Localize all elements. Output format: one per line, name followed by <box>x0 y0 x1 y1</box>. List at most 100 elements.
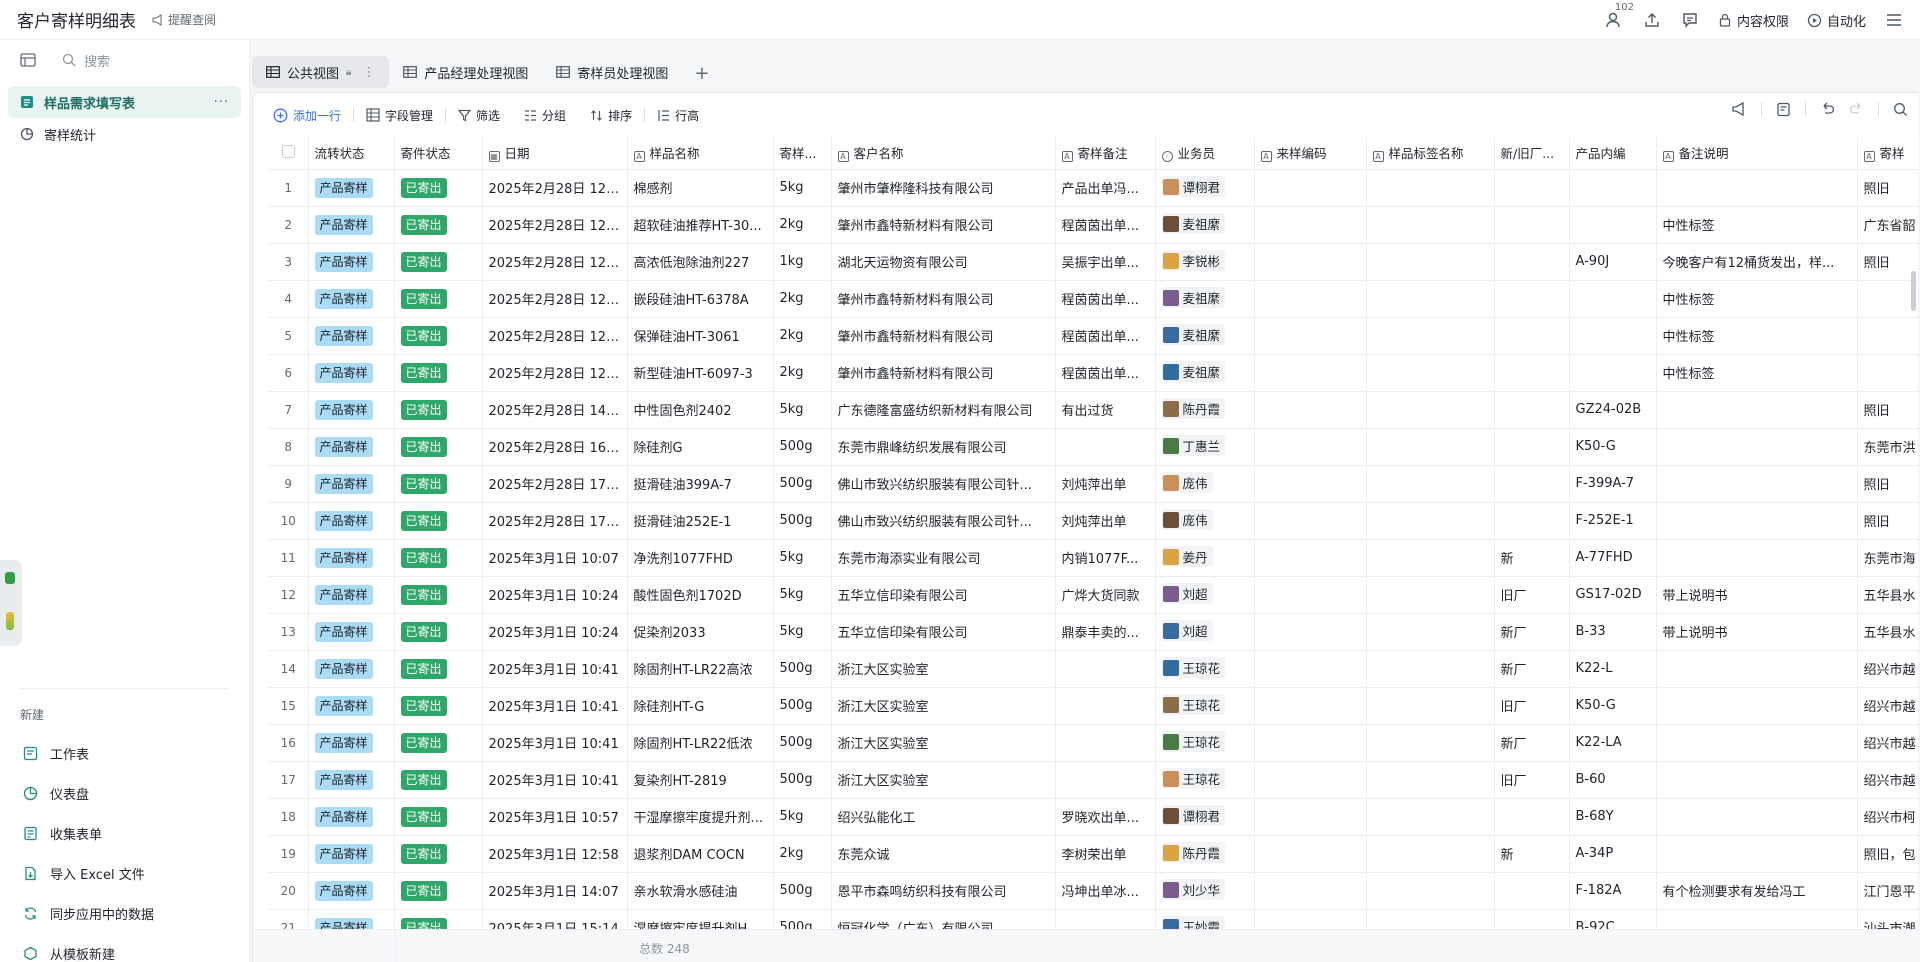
ship-status-cell[interactable]: 已寄出 <box>394 169 483 207</box>
customer-cell[interactable]: 恒冠化学（广东）有限公司 <box>831 909 1056 930</box>
label-name-cell[interactable] <box>1366 243 1495 281</box>
table-row[interactable]: 21 产品寄样 已寄出 2025年3月1日 15:14 湿摩擦牢度提升剂H... 500g… <box>269 909 1919 930</box>
label-name-cell[interactable] <box>1366 428 1495 466</box>
product-code-cell[interactable]: F-182A <box>1569 872 1657 910</box>
sample-code-cell[interactable] <box>1254 465 1367 503</box>
comment-button[interactable] <box>1680 10 1700 30</box>
user-chip[interactable]: 麦祖縻 <box>1161 324 1226 346</box>
sample-name-cell[interactable]: 挺滑硅油252E-1 <box>627 502 774 540</box>
remark-cell[interactable]: 程茵茵出单... <box>1055 354 1156 392</box>
label-name-cell[interactable] <box>1366 539 1495 577</box>
more-vertical-icon[interactable]: ⋮ <box>362 65 375 80</box>
send-address-cell[interactable]: 照旧 <box>1857 391 1919 429</box>
factory-cell[interactable] <box>1494 872 1570 910</box>
date-cell[interactable]: 2025年3月1日 10:24 <box>482 576 628 614</box>
factory-cell[interactable] <box>1494 428 1570 466</box>
send-address-cell[interactable]: 五华县水 <box>1857 613 1919 651</box>
add-view-button[interactable]: + <box>682 63 721 84</box>
date-cell[interactable]: 2025年2月28日 12:... <box>482 280 628 318</box>
sample-name-cell[interactable]: 新型硅油HT-6097-3 <box>627 354 774 392</box>
column-header[interactable]: 寄样... <box>773 137 832 170</box>
ship-status-cell[interactable]: 已寄出 <box>394 835 483 873</box>
label-name-cell[interactable] <box>1366 613 1495 651</box>
flow-status-cell[interactable]: 产品寄样 <box>308 354 395 392</box>
send-address-cell[interactable]: 五华县水 <box>1857 576 1919 614</box>
field-manage-button[interactable]: 字段管理 <box>354 101 445 129</box>
note-cell[interactable] <box>1656 465 1858 503</box>
table-row[interactable]: 16 产品寄样 已寄出 2025年3月1日 10:41 除固剂HT-LR22低浓 500g… <box>269 724 1919 762</box>
quantity-cell[interactable]: 500g <box>773 724 832 762</box>
product-code-cell[interactable]: GS17-02D <box>1569 576 1657 614</box>
table-row[interactable]: 4 产品寄样 已寄出 2025年2月28日 12:... 嵌段硅油HT-6378A 2kg… <box>269 280 1919 318</box>
product-code-cell[interactable]: F-399A-7 <box>1569 465 1657 503</box>
factory-cell[interactable] <box>1494 502 1570 540</box>
more-icon[interactable]: ··· <box>214 95 229 110</box>
salesperson-cell[interactable]: 刘超 <box>1155 576 1255 614</box>
customer-cell[interactable]: 广东德隆富盛纺织新材料有限公司 <box>831 391 1056 429</box>
send-address-cell[interactable]: 东莞市海 <box>1857 539 1919 577</box>
sample-name-cell[interactable]: 复染剂HT-2819 <box>627 761 774 799</box>
salesperson-cell[interactable]: 庞伟 <box>1155 465 1255 503</box>
customer-cell[interactable]: 五华立信印染有限公司 <box>831 613 1056 651</box>
remark-cell[interactable]: 罗晓欢出单... <box>1055 798 1156 836</box>
search-icon[interactable] <box>1893 102 1908 117</box>
flow-status-cell[interactable]: 产品寄样 <box>308 206 395 244</box>
send-address-cell[interactable] <box>1857 280 1919 318</box>
ship-status-cell[interactable]: 已寄出 <box>394 613 483 651</box>
factory-cell[interactable] <box>1494 465 1570 503</box>
new-form-button[interactable]: 收集表单 <box>0 813 250 853</box>
ship-status-cell[interactable]: 已寄出 <box>394 872 483 910</box>
flow-status-cell[interactable]: 产品寄样 <box>308 428 395 466</box>
flow-status-cell[interactable]: 产品寄样 <box>308 169 395 207</box>
label-name-cell[interactable] <box>1366 798 1495 836</box>
column-header[interactable]: 流转状态 <box>308 137 395 170</box>
flow-status-cell[interactable]: 产品寄样 <box>308 280 395 318</box>
user-chip[interactable]: 谭栩君 <box>1161 805 1226 827</box>
note-cell[interactable] <box>1656 835 1858 873</box>
sample-name-cell[interactable]: 净洗剂1077FHD <box>627 539 774 577</box>
salesperson-cell[interactable]: 姜丹 <box>1155 539 1255 577</box>
factory-cell[interactable]: 新 <box>1494 835 1570 873</box>
sort-button[interactable]: 排序 <box>578 101 644 129</box>
sample-name-cell[interactable]: 除固剂HT-LR22高浓 <box>627 650 774 688</box>
sidebar-item-sample-stats[interactable]: 寄样统计 <box>8 118 241 150</box>
sample-code-cell[interactable] <box>1254 909 1367 930</box>
flow-status-cell[interactable]: 产品寄样 <box>308 798 395 836</box>
note-cell[interactable] <box>1656 391 1858 429</box>
date-cell[interactable]: 2025年2月28日 12:... <box>482 317 628 355</box>
factory-cell[interactable] <box>1494 280 1570 318</box>
new-dashboard-button[interactable]: 仪表盘 <box>0 773 250 813</box>
salesperson-cell[interactable]: 麦祖縻 <box>1155 206 1255 244</box>
sample-name-cell[interactable]: 保弹硅油HT-3061 <box>627 317 774 355</box>
date-cell[interactable]: 2025年2月28日 17:... <box>482 502 628 540</box>
note-cell[interactable]: 中性标签 <box>1656 206 1858 244</box>
date-cell[interactable]: 2025年3月1日 10:41 <box>482 761 628 799</box>
quantity-cell[interactable]: 500g <box>773 502 832 540</box>
column-header[interactable]: · 业务员 <box>1155 137 1255 170</box>
table-row[interactable]: 3 产品寄样 已寄出 2025年2月28日 12:... 高浓低泡除油剂227 1kg 湖北… <box>269 243 1919 281</box>
label-name-cell[interactable] <box>1366 502 1495 540</box>
product-code-cell[interactable] <box>1569 354 1657 392</box>
sample-code-cell[interactable] <box>1254 539 1367 577</box>
ship-status-cell[interactable]: 已寄出 <box>394 354 483 392</box>
send-address-cell[interactable]: 绍兴市越 <box>1857 687 1919 725</box>
factory-cell[interactable] <box>1494 317 1570 355</box>
quantity-cell[interactable]: 5kg <box>773 576 832 614</box>
table-row[interactable]: 8 产品寄样 已寄出 2025年2月28日 16:... 除硅剂G 500g 东莞市鼎峰纺织… <box>269 428 1919 466</box>
note-cell[interactable] <box>1656 169 1858 207</box>
user-chip[interactable]: 王琼花 <box>1161 657 1226 679</box>
column-header[interactable]: A 来样编码 <box>1254 137 1367 170</box>
salesperson-cell[interactable]: 谭栩君 <box>1155 798 1255 836</box>
quantity-cell[interactable]: 5kg <box>773 169 832 207</box>
sidebar-search[interactable]: 搜索 <box>62 51 110 70</box>
quantity-cell[interactable]: 1kg <box>773 243 832 281</box>
note-cell[interactable]: 中性标签 <box>1656 317 1858 355</box>
sample-code-cell[interactable] <box>1254 613 1367 651</box>
customer-cell[interactable]: 肇州市鑫特新材料有限公司 <box>831 354 1056 392</box>
note-cell[interactable] <box>1656 909 1858 930</box>
user-chip[interactable]: 王琼花 <box>1161 768 1226 790</box>
customer-cell[interactable]: 浙江大区实验室 <box>831 724 1056 762</box>
sample-name-cell[interactable]: 中性固色剂2402 <box>627 391 774 429</box>
label-name-cell[interactable] <box>1366 724 1495 762</box>
send-address-cell[interactable]: 照旧 <box>1857 169 1919 207</box>
